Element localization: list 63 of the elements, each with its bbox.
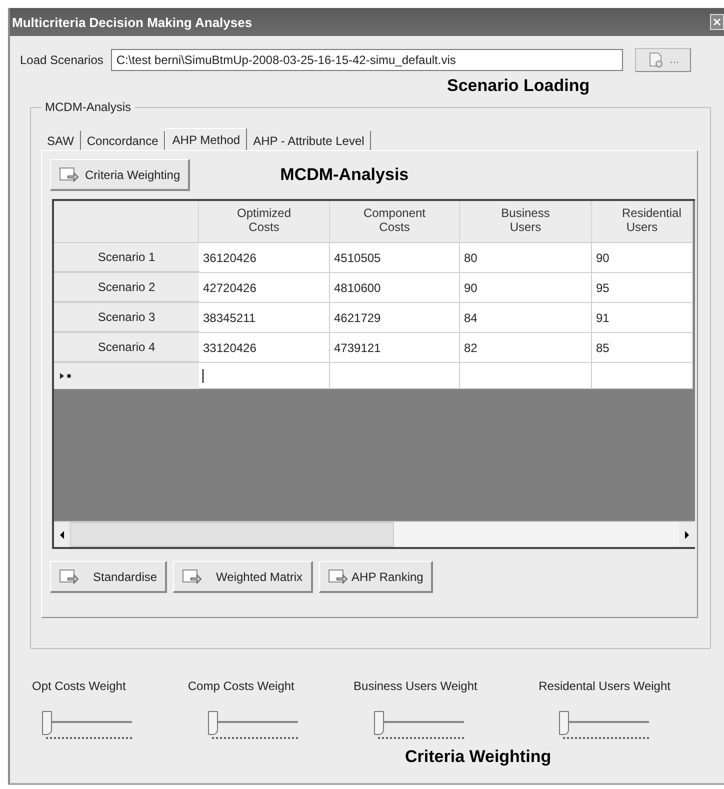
table-cell: 42720426: [199, 273, 330, 303]
group-title: MCDM-Analysis: [44, 100, 132, 114]
arrow-icon: [59, 166, 79, 182]
scroll-right-icon: [684, 530, 690, 538]
action-button[interactable]: AHP Ranking: [318, 561, 434, 593]
arrow-icon: [328, 568, 348, 584]
slider-thumb[interactable]: [208, 711, 218, 735]
load-label: Load Scenarios: [20, 53, 104, 67]
table-cell: 90: [460, 273, 592, 303]
browse-button[interactable]: ...: [635, 48, 692, 72]
scroll-left-icon: [59, 530, 65, 538]
column-header: Optimized Costs: [199, 201, 330, 243]
close-button[interactable]: [710, 14, 724, 30]
window-title: Multicriteria Decision Making Analyses: [12, 14, 252, 30]
weight-label: Residental Users Weight: [538, 679, 672, 693]
table-cell: 84: [460, 303, 592, 333]
arrow-icon: [59, 568, 79, 584]
annotation-caption: MCDM-Analysis: [280, 165, 409, 185]
horizontal-scrollbar[interactable]: [54, 521, 695, 547]
table-cell: 36120426: [199, 243, 330, 273]
row-header: Scenario 3: [54, 303, 199, 333]
slider-thumb[interactable]: [558, 711, 569, 735]
arrow-icon: [182, 568, 202, 584]
annotation-caption: Criteria Weighting: [405, 747, 552, 767]
slider-thumb[interactable]: [42, 711, 52, 735]
table-cell: 91: [592, 303, 693, 333]
action-button[interactable]: Weighted Matrix: [173, 561, 313, 593]
weight-label: Opt Costs Weight: [32, 679, 127, 693]
input-field[interactable]: [592, 363, 693, 389]
table-cell: 4739121: [330, 333, 460, 363]
scenario-path-field[interactable]: C:\test berni\SimuBtmUp-2008-03-25-16-15-42-simu_default.vis: [111, 49, 624, 71]
table-cell: 4510505: [330, 243, 460, 273]
table-cell: 33120426: [199, 333, 330, 363]
table-cell: 90: [592, 243, 693, 273]
annotation-caption: Scenario Loading: [447, 76, 590, 96]
input-field[interactable]: [199, 363, 330, 389]
close-icon: [713, 18, 721, 26]
new-row-icon: [60, 372, 72, 380]
input-field[interactable]: [460, 363, 592, 389]
table-cell: 4621729: [330, 303, 460, 333]
row-header: Scenario 1: [54, 243, 199, 273]
input-field[interactable]: [330, 363, 460, 389]
slider-thumb[interactable]: [374, 711, 384, 735]
column-header: Component Costs: [330, 201, 460, 243]
action-button[interactable]: Standardise: [50, 561, 168, 593]
table-cell: 80: [460, 243, 592, 273]
table-cell: 38345211: [199, 303, 330, 333]
table-cell: 82: [460, 333, 592, 363]
tab[interactable]: AHP Method: [165, 128, 248, 150]
tab[interactable]: SAW: [41, 131, 81, 150]
row-header: Scenario 4: [54, 333, 199, 363]
file-icon: [648, 52, 664, 68]
table-cell: 95: [592, 273, 693, 303]
weight-label: Comp Costs Weight: [188, 679, 296, 693]
column-header: Business Users: [460, 201, 592, 243]
scrollbar-thumb[interactable]: [70, 522, 394, 547]
table-cell: 85: [592, 333, 693, 363]
row-header: Scenario 2: [54, 273, 199, 303]
weight-label: Business Users Weight: [354, 679, 478, 693]
column-header: Residential Users: [592, 201, 693, 243]
table-cell: 4810600: [330, 273, 460, 303]
criteria-weighting-button[interactable]: Criteria Weighting: [50, 159, 190, 191]
tab[interactable]: AHP - Attribute Level: [247, 131, 372, 150]
